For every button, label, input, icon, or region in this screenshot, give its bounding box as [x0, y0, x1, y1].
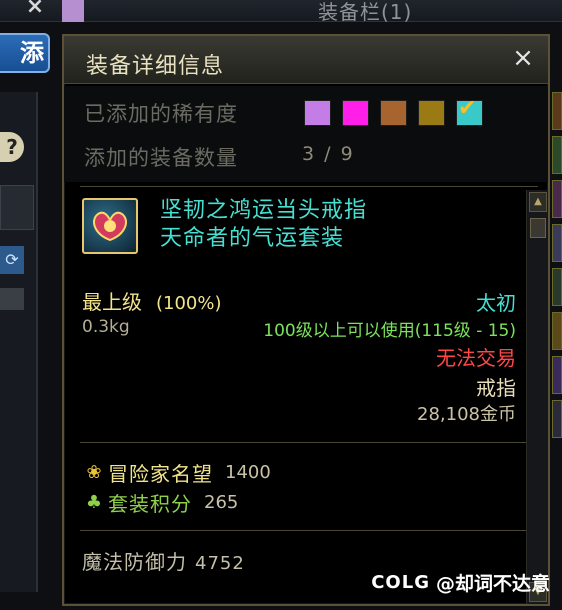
rarity-summary: 已添加的稀有度 ✔ 添加的装备数量 3 / 9 — [64, 86, 548, 182]
rarity-swatch[interactable] — [304, 100, 331, 126]
scroll-thumb[interactable] — [530, 218, 546, 238]
trade-status: 无法交易 — [436, 346, 516, 370]
fame-row: ❀ 冒险家名望 1400 — [82, 458, 271, 487]
add-button[interactable]: 添加 — [0, 33, 50, 73]
item-set-name: 天命者的气运套装 — [160, 226, 345, 251]
colg-logo: COLG — [371, 572, 430, 593]
background-topbar: × 装备栏(1) — [0, 0, 562, 24]
rarity-label: 已添加的稀有度 — [84, 102, 238, 126]
credit-text: @却词不达意 — [435, 573, 550, 595]
divider — [80, 442, 538, 443]
rarity-swatch[interactable] — [342, 100, 369, 126]
divider — [80, 186, 538, 187]
equipment-count-value: 3 / 9 — [302, 143, 355, 165]
refresh-icon[interactable]: ⟳ — [0, 246, 24, 274]
divider — [80, 530, 538, 531]
background-window-title: 装备栏(1) — [318, 0, 413, 24]
inventory-slot[interactable] — [552, 356, 562, 394]
item-price: 28,108金币 — [417, 404, 516, 425]
background-slot[interactable] — [0, 185, 34, 230]
equipment-detail-tooltip: 装备详细信息 × 已添加的稀有度 ✔ 添加的装备数量 3 / 9 坚韧之鸿运当头… — [62, 34, 550, 606]
inventory-slot[interactable] — [552, 268, 562, 306]
set-points-row: ♣ 套装积分 265 — [82, 488, 238, 517]
grade-label: 最上级 — [82, 290, 142, 314]
fame-icon: ❀ — [86, 461, 102, 483]
tooltip-titlebar[interactable]: 装备详细信息 × — [64, 36, 548, 84]
inventory-strip — [552, 92, 562, 592]
magic-defense-value: 4752 — [195, 553, 245, 574]
tooltip-scrollbar[interactable]: ▲ ▼ — [526, 190, 548, 604]
background-left-panel — [0, 92, 38, 592]
leaf-icon: ♣ — [85, 491, 103, 513]
background-accent-block — [62, 0, 84, 22]
rarity-swatch[interactable] — [380, 100, 407, 126]
magic-defense-label: 魔法防御力 — [82, 550, 187, 574]
item-slot-type: 戒指 — [476, 376, 516, 400]
fame-label: 冒险家名望 — [108, 462, 213, 486]
checkmark-icon: ✔ — [458, 96, 477, 121]
watermark-credit: COLG @却词不达意 — [371, 569, 550, 596]
item-weight: 0.3kg — [82, 317, 130, 337]
tooltip-title: 装备详细信息 — [86, 54, 225, 79]
rarity-swatch-selected[interactable]: ✔ — [456, 96, 483, 126]
item-name: 坚韧之鸿运当头戒指 — [160, 198, 368, 223]
inventory-slot[interactable] — [552, 92, 562, 130]
scroll-up-arrow-icon[interactable]: ▲ — [529, 192, 547, 212]
rarity-swatch[interactable] — [418, 100, 445, 126]
ring-item-icon — [82, 198, 138, 254]
background-slot[interactable] — [0, 288, 24, 310]
set-points-value: 265 — [204, 492, 239, 513]
set-points-label: 套装积分 — [108, 492, 192, 516]
level-requirement: 100级以上可以使用(115级 - 15) — [263, 321, 516, 341]
item-tier: 太初 — [476, 291, 516, 315]
magic-defense: 魔法防御力 4752 — [82, 546, 245, 575]
inventory-slot[interactable] — [552, 136, 562, 174]
inventory-slot[interactable] — [552, 312, 562, 350]
rarity-swatches: ✔ — [304, 96, 483, 126]
equipment-count-label: 添加的装备数量 — [84, 146, 238, 170]
fame-value: 1400 — [225, 462, 271, 483]
background-close-icon[interactable]: × — [22, 0, 48, 18]
grade-percent: (100%) — [156, 293, 222, 314]
inventory-slot[interactable] — [552, 400, 562, 438]
item-grade: 最上级 (100%) — [82, 286, 222, 315]
inventory-slot[interactable] — [552, 224, 562, 262]
close-button[interactable]: × — [510, 44, 536, 72]
inventory-slot[interactable] — [552, 180, 562, 218]
